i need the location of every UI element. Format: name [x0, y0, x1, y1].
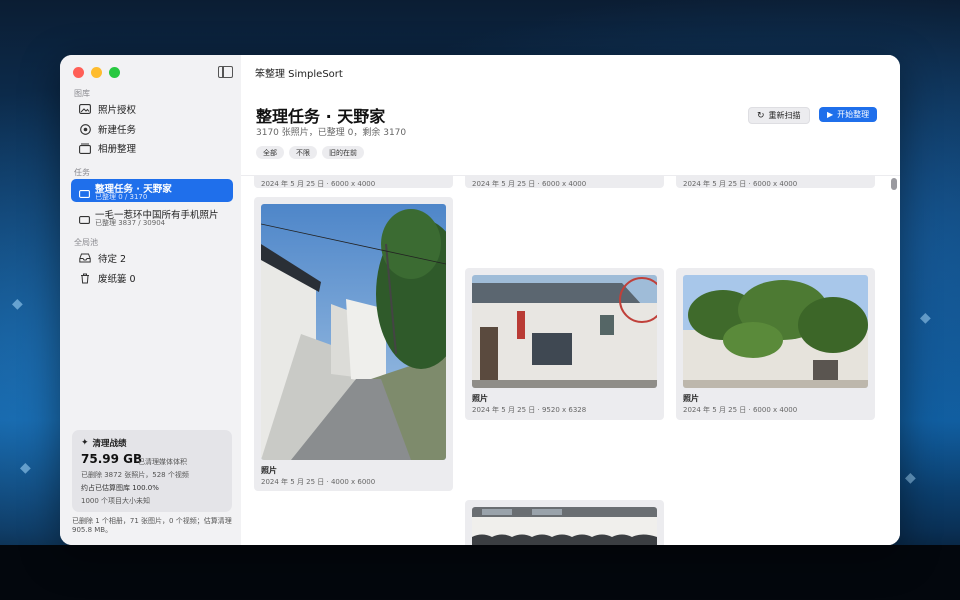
sidebar-toggle-icon[interactable]	[218, 66, 233, 78]
photo-card[interactable]: 2024 年 5 月 25 日 · 6000 x 4000	[676, 176, 875, 188]
sidebar-item-trash[interactable]: 废纸篓 0	[71, 269, 233, 287]
fish-decoration: ◆	[905, 470, 916, 486]
photo-thumbnail	[683, 275, 868, 388]
start-label: 开始整理	[837, 110, 870, 119]
photo-caption: 2024 年 5 月 25 日 · 9520 x 6328	[472, 406, 587, 414]
fish-decoration: ◆	[920, 310, 931, 326]
albums-icon	[77, 140, 93, 156]
task-progress: 已整理 0 / 3170	[95, 193, 148, 201]
photo-thumbnail	[261, 204, 446, 460]
photo-name: 照片	[472, 394, 488, 403]
sidebar-item-label: 新建任务	[98, 125, 137, 136]
sidebar-item-pending[interactable]: 待定 2	[71, 249, 233, 267]
stats-unknown: 1000 个项目大小未知	[81, 497, 151, 505]
header: 笨整理 SimpleSort 整理任务 · 天野家 3170 张照片，已整理 0…	[241, 55, 900, 176]
add-circle-icon	[77, 121, 93, 137]
photo-card[interactable]: 照片 2024 年 5 月 25 日 · 6000 x 4000	[676, 268, 875, 420]
sidebar-item-photo-permission[interactable]: 照片授权	[71, 100, 233, 118]
photo-card[interactable]: 照片 2024 年 5 月 25 日 · 4000 x 6000	[254, 197, 453, 491]
section-label-tasks: 任务	[74, 168, 90, 177]
task-progress: 已整理 3837 / 30904	[95, 219, 166, 227]
sidebar-item-album-organize[interactable]: 相册整理	[71, 139, 233, 157]
trash-icon	[77, 270, 93, 286]
photo-card[interactable]: 照片 2024 年 5 月 25 日 · 9520 x 6328	[465, 268, 664, 420]
folder-icon	[79, 209, 90, 228]
sidebar-item-label: 相册整理	[98, 144, 137, 155]
photo-caption: 2024 年 5 月 25 日 · 6000 x 4000	[472, 180, 587, 188]
app-window: 图库 照片授权 新建任务 相册整理 任务 整理任务 · 天野家 已整理 0 / …	[60, 55, 900, 545]
sidebar-footer-note: 已删除 1 个相册，71 张图片，0 个视频；估算清理 905.8 MB。	[72, 517, 232, 534]
rescan-label: 重新扫描	[768, 111, 801, 120]
sidebar-task[interactable]: 一毛一惹环中国所有手机照片 已整理 3837 / 30904	[71, 205, 233, 228]
refresh-icon: ↻	[757, 110, 765, 121]
fish-decoration: ◆	[20, 460, 31, 476]
app-title: 笨整理 SimpleSort	[255, 69, 343, 80]
filter-chip-unlimited[interactable]: 不限	[289, 146, 317, 159]
sidebar-item-label: 废纸篓 0	[98, 274, 136, 285]
page-subtitle: 3170 张照片，已整理 0，剩余 3170	[256, 128, 407, 138]
photos-icon	[77, 101, 93, 117]
scrollbar-thumb[interactable]	[891, 178, 897, 190]
minimize-button[interactable]	[91, 67, 102, 78]
sidebar-item-label: 待定 2	[98, 254, 127, 265]
sidebar-item-new-task[interactable]: 新建任务	[71, 120, 233, 138]
photo-grid: 2024 年 5 月 25 日 · 6000 x 4000 2024 年 5 月…	[241, 176, 900, 545]
photo-caption: 2024 年 5 月 25 日 · 6000 x 4000	[683, 406, 798, 414]
photo-card[interactable]: 2024 年 5 月 25 日 · 6000 x 4000	[254, 176, 453, 188]
sparkle-icon: ✦	[81, 438, 89, 448]
tray-icon	[77, 250, 93, 266]
cleanup-stats-card: ✦ 清理战绩 75.99 GB 已清理媒体体积 已删除 3872 张照片，528…	[72, 430, 232, 512]
fish-decoration: ◆	[12, 296, 23, 312]
section-label-global: 全局池	[74, 238, 98, 247]
page-title: 整理任务 · 天野家	[256, 107, 386, 126]
photo-caption: 2024 年 5 月 25 日 · 6000 x 4000	[683, 180, 798, 188]
filter-chip-oldest-first[interactable]: 旧的在前	[322, 146, 364, 159]
stats-title: 清理战绩	[92, 439, 127, 449]
folder-icon	[79, 183, 90, 202]
section-label-library: 图库	[74, 89, 90, 98]
photo-name: 照片	[261, 466, 277, 475]
stats-title-row: ✦ 清理战绩	[81, 437, 127, 449]
photo-thumbnail	[472, 507, 657, 545]
window-controls	[73, 67, 120, 78]
filter-chip-all[interactable]: 全部	[256, 146, 284, 159]
sidebar: 图库 照片授权 新建任务 相册整理 任务 整理任务 · 天野家 已整理 0 / …	[60, 55, 242, 545]
photo-thumbnail	[472, 275, 657, 388]
close-button[interactable]	[73, 67, 84, 78]
sidebar-task-active[interactable]: 整理任务 · 天野家 已整理 0 / 3170	[71, 179, 233, 202]
stats-size: 75.99 GB	[81, 452, 143, 466]
photo-card[interactable]: 2024 年 5 月 25 日 · 6000 x 4000	[465, 176, 664, 188]
start-button[interactable]: ▶ 开始整理	[819, 107, 878, 122]
rescan-button[interactable]: ↻ 重新扫描	[748, 107, 810, 124]
play-icon: ▶	[827, 110, 834, 119]
photo-card[interactable]	[465, 500, 664, 545]
zoom-button[interactable]	[109, 67, 120, 78]
photo-caption: 2024 年 5 月 25 日 · 4000 x 6000	[261, 478, 376, 486]
photo-caption: 2024 年 5 月 25 日 · 6000 x 4000	[261, 180, 376, 188]
stats-deleted: 已删除 3872 张照片，528 个视频	[81, 471, 189, 479]
sidebar-item-label: 照片授权	[98, 105, 137, 116]
stats-ratio: 约占已估算图库 100.0%	[81, 484, 159, 492]
desktop-floor	[0, 545, 960, 600]
photo-name: 照片	[683, 394, 699, 403]
stats-size-caption: 已清理媒体体积	[138, 458, 187, 466]
